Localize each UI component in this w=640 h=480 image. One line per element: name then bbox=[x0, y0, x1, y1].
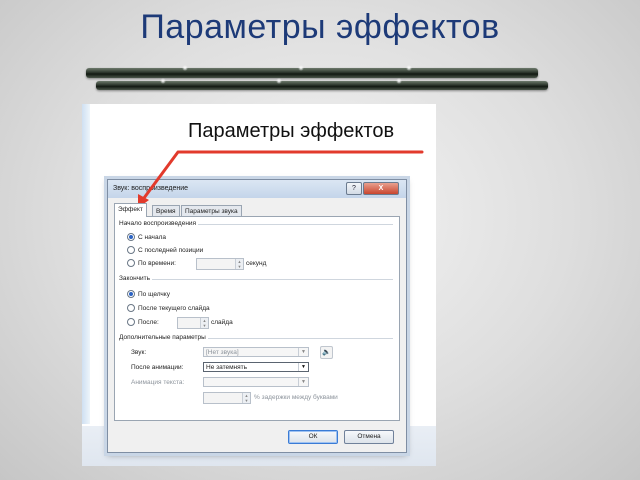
radio-indicator[interactable] bbox=[127, 318, 135, 326]
stepper-arrows-icon[interactable]: ▲ ▼ bbox=[242, 393, 250, 403]
decorative-bar bbox=[86, 65, 538, 78]
letter-delay-stepper[interactable]: ▲ ▼ bbox=[203, 392, 251, 404]
decorative-bar bbox=[96, 78, 548, 90]
stop-group-title: Закончить bbox=[119, 275, 153, 282]
group-divider bbox=[119, 279, 393, 280]
radio-label: По щелчку bbox=[138, 290, 170, 298]
radio-indicator[interactable] bbox=[127, 290, 135, 298]
start-time-stepper[interactable]: ▲ ▼ bbox=[196, 258, 244, 270]
speaker-icon[interactable]: 🔈 bbox=[320, 346, 333, 359]
sound-select-value: [Нет звука] bbox=[206, 349, 239, 356]
radio-on-click[interactable]: По щелчку bbox=[127, 289, 170, 299]
animate-text-select[interactable]: ▼ bbox=[203, 377, 309, 387]
extra-group-title: Дополнительные параметры bbox=[119, 334, 208, 341]
slides-label: слайда bbox=[211, 319, 233, 326]
radio-label: После: bbox=[138, 318, 159, 326]
dialog-titlebar: Звук: воспроизведение ? X bbox=[108, 180, 406, 198]
dropdown-arrow-icon[interactable]: ▼ bbox=[298, 363, 308, 371]
slide-title: Параметры эффектов bbox=[140, 8, 500, 46]
close-button[interactable]: X bbox=[363, 182, 399, 195]
cancel-button[interactable]: Отмена bbox=[344, 430, 394, 444]
sound-select[interactable]: [Нет звука] ▼ bbox=[203, 347, 309, 357]
sound-label: Звук: bbox=[131, 349, 147, 356]
tab-effect[interactable]: Эффект bbox=[114, 203, 147, 217]
radio-by-time[interactable]: По времени: bbox=[127, 258, 176, 268]
slides-count-stepper[interactable]: ▲ ▼ bbox=[177, 317, 209, 329]
stepper-arrows-icon[interactable]: ▲ ▼ bbox=[235, 259, 243, 269]
dialog-title: Звук: воспроизведение bbox=[113, 185, 189, 192]
letter-delay-label: % задержки между буквами bbox=[254, 394, 338, 401]
dropdown-arrow-icon[interactable]: ▼ bbox=[298, 348, 308, 356]
after-animation-label: После анимации: bbox=[131, 364, 184, 371]
radio-after-current-slide[interactable]: После текущего слайда bbox=[127, 303, 210, 313]
seconds-label: секунд bbox=[246, 260, 267, 267]
radio-indicator[interactable] bbox=[127, 233, 135, 241]
effect-options-dialog: Звук: воспроизведение ? X Эффект Время П… bbox=[107, 179, 407, 453]
radio-label: С начала bbox=[138, 233, 166, 241]
radio-indicator[interactable] bbox=[127, 246, 135, 254]
ok-button[interactable]: ОК bbox=[288, 430, 338, 444]
after-animation-select[interactable]: Не затемнять ▼ bbox=[203, 362, 309, 372]
radio-after-n-slides[interactable]: После: bbox=[127, 317, 159, 327]
radio-label: После текущего слайда bbox=[138, 304, 210, 312]
animate-text-label: Анимация текста: bbox=[131, 379, 185, 386]
radio-indicator[interactable] bbox=[127, 304, 135, 312]
radio-from-start[interactable]: С начала bbox=[127, 232, 166, 242]
radio-label: По времени: bbox=[138, 259, 176, 267]
tab-panel: Начало воспроизведения С начала С послед… bbox=[114, 216, 400, 421]
after-animation-value: Не затемнять bbox=[206, 364, 248, 371]
help-button[interactable]: ? bbox=[346, 182, 362, 195]
screenshot-heading: Параметры эффектов bbox=[188, 120, 395, 142]
dropdown-arrow-icon[interactable]: ▼ bbox=[298, 378, 308, 386]
start-group-title: Начало воспроизведения bbox=[119, 220, 199, 227]
stepper-arrows-icon[interactable]: ▲ ▼ bbox=[200, 318, 208, 328]
radio-from-last-position[interactable]: С последней позиции bbox=[127, 245, 203, 255]
dialog-screenshot: Параметры эффектов Звук: воспроизведение… bbox=[82, 104, 436, 466]
radio-label: С последней позиции bbox=[138, 246, 204, 254]
radio-indicator[interactable] bbox=[127, 259, 135, 267]
background-strip bbox=[82, 104, 90, 424]
